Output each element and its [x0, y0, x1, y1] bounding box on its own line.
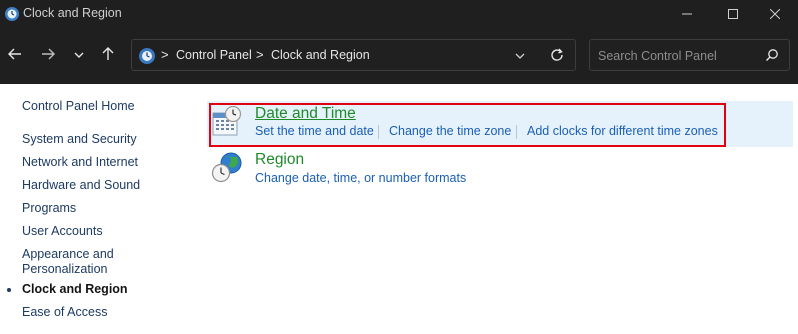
- address-dropdown-button[interactable]: [514, 49, 526, 67]
- active-item-bullet: [7, 288, 11, 292]
- sidebar-item-programs[interactable]: Programs: [22, 201, 76, 216]
- window-title: Clock and Region: [23, 6, 122, 20]
- search-box[interactable]: [589, 39, 790, 71]
- search-icon[interactable]: [765, 48, 779, 67]
- breadcrumb-separator: >: [161, 47, 169, 62]
- close-button[interactable]: [752, 0, 798, 28]
- chevron-down-icon: [514, 49, 526, 66]
- forward-button[interactable]: [36, 44, 60, 68]
- arrow-left-icon: [8, 47, 22, 66]
- refresh-icon: [549, 48, 565, 67]
- title-bar: Clock and Region: [0, 0, 798, 28]
- sidebar-item-label: Appearance and: [22, 247, 114, 261]
- change-formats-link[interactable]: Change date, time, or number formats: [255, 171, 466, 185]
- arrow-up-icon: [101, 46, 115, 66]
- category-title-region[interactable]: Region: [255, 151, 304, 169]
- up-button[interactable]: [96, 44, 120, 68]
- control-panel-home-link[interactable]: Control Panel Home: [22, 99, 135, 114]
- sidebar-item-user-accounts[interactable]: User Accounts: [22, 224, 103, 239]
- breadcrumb-separator: >: [256, 47, 264, 62]
- control-panel-icon: [138, 47, 156, 65]
- globe-clock-icon[interactable]: [211, 151, 245, 190]
- breadcrumb-clock-and-region[interactable]: Clock and Region: [271, 48, 370, 62]
- arrow-right-icon: [41, 47, 55, 66]
- control-panel-icon: [4, 6, 20, 22]
- chevron-down-icon: [74, 47, 84, 65]
- navigation-bar: > Control Panel > Clock and Region: [0, 28, 798, 84]
- maximize-button[interactable]: [710, 0, 756, 28]
- address-bar[interactable]: > Control Panel > Clock and Region: [131, 39, 576, 71]
- calendar-clock-icon[interactable]: [211, 105, 243, 142]
- sidebar-item-network-and-internet[interactable]: Network and Internet: [22, 155, 138, 170]
- link-separator: [516, 125, 517, 139]
- sidebar-item-ease-of-access[interactable]: Ease of Access: [22, 305, 107, 320]
- breadcrumb-control-panel[interactable]: Control Panel: [176, 48, 252, 62]
- change-time-zone-link[interactable]: Change the time zone: [389, 124, 511, 138]
- minimize-icon: [682, 9, 692, 19]
- search-input[interactable]: [596, 46, 760, 66]
- add-clocks-link[interactable]: Add clocks for different time zones: [527, 124, 718, 138]
- sidebar-item-clock-and-region: Clock and Region: [22, 282, 128, 296]
- close-icon: [770, 9, 780, 19]
- maximize-icon: [728, 9, 738, 19]
- sidebar-item-hardware-and-sound[interactable]: Hardware and Sound: [22, 178, 140, 193]
- sidebar-item-label: Personalization: [22, 262, 108, 276]
- link-separator: [378, 125, 379, 139]
- refresh-button[interactable]: [549, 47, 565, 68]
- back-button[interactable]: [3, 44, 27, 68]
- sidebar-item-system-and-security[interactable]: System and Security: [22, 132, 137, 147]
- recent-locations-button[interactable]: [67, 44, 91, 68]
- set-time-and-date-link[interactable]: Set the time and date: [255, 124, 374, 138]
- category-title-date-and-time[interactable]: Date and Time: [255, 105, 356, 123]
- minimize-button[interactable]: [664, 0, 710, 28]
